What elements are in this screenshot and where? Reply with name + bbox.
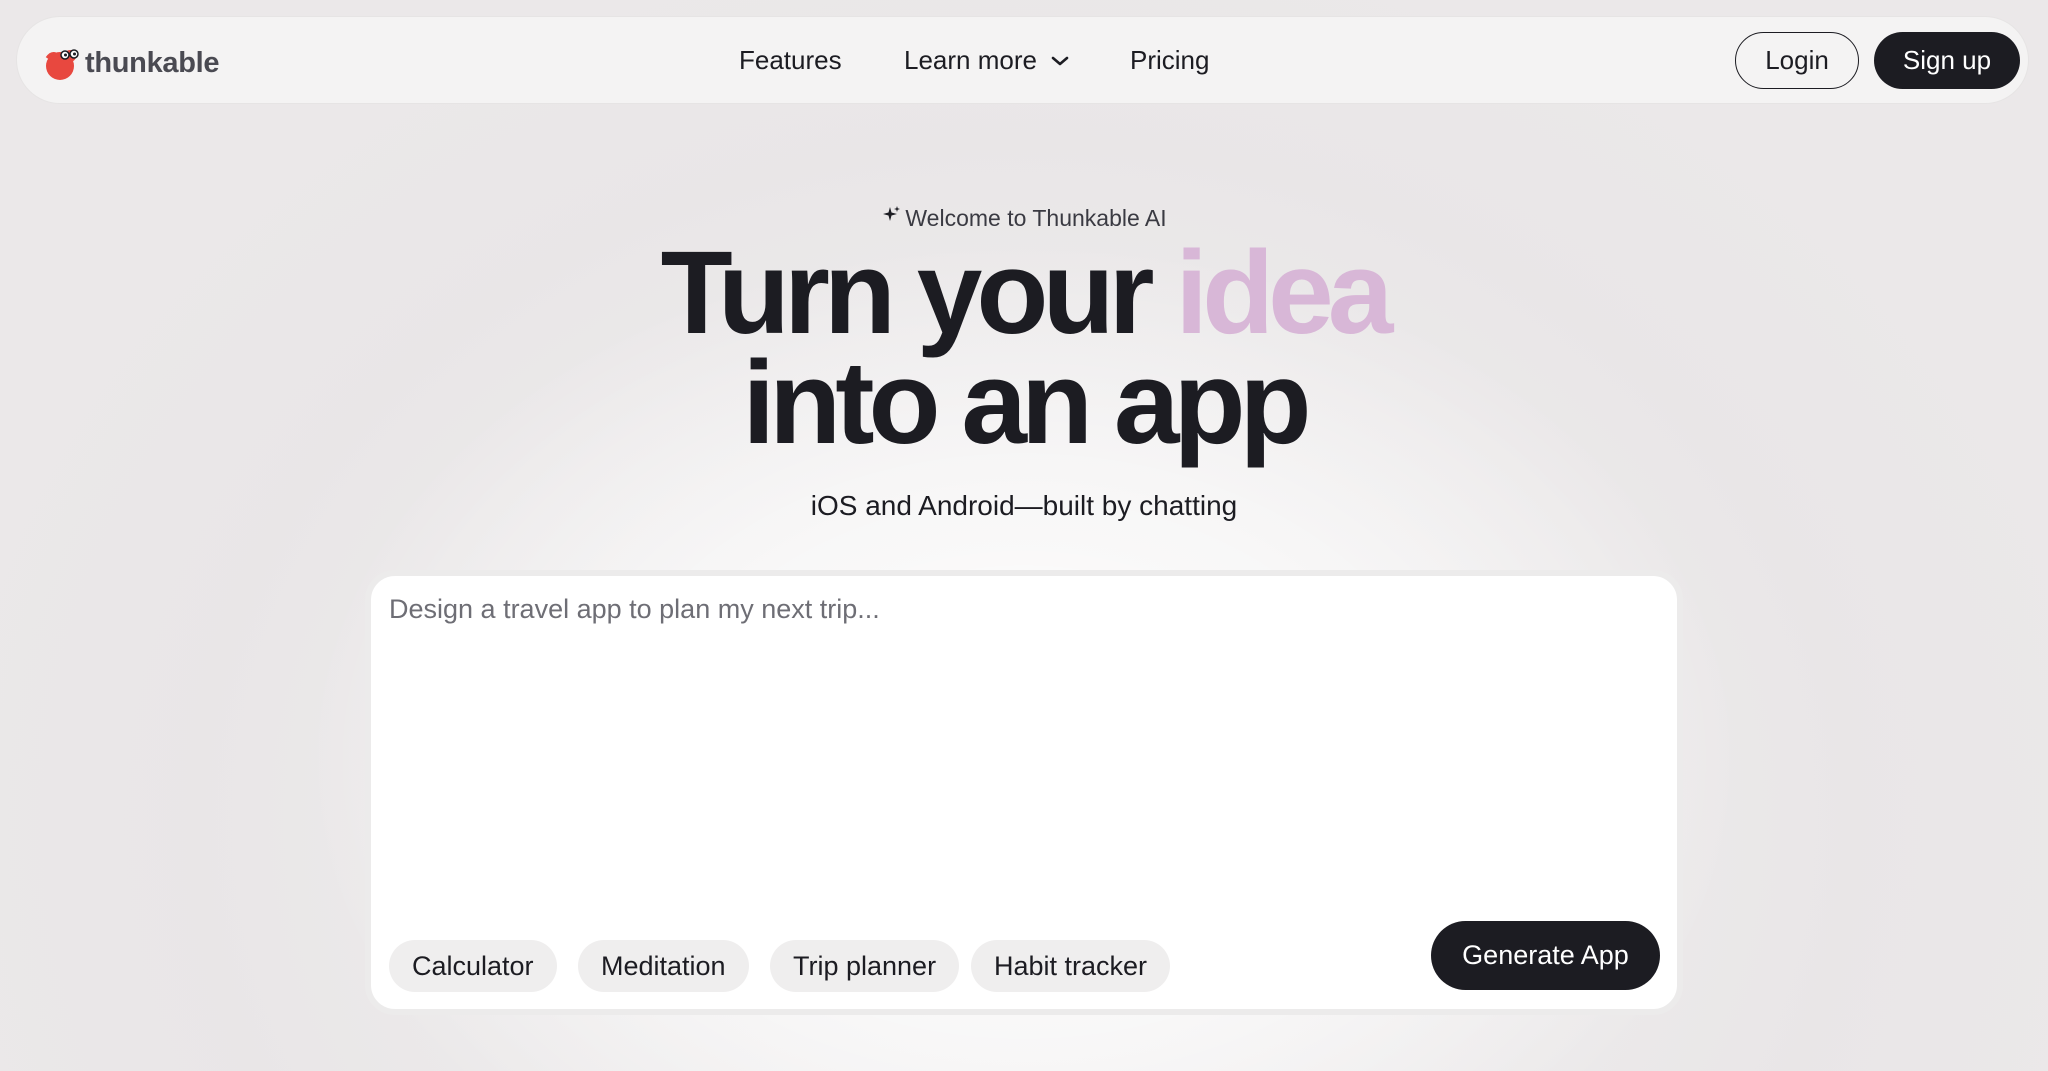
login-button[interactable]: Login [1735,32,1859,89]
nav-link-learn-more[interactable]: Learn more [904,45,1069,76]
headline-line2: into an app [742,337,1311,469]
prompt-input[interactable] [389,594,1659,834]
suggestion-chip-habit-tracker[interactable]: Habit tracker [971,940,1171,992]
nav-link-pricing-label: Pricing [1130,45,1210,75]
sparkle-icon [883,206,901,221]
nav-link-features-label: Features [739,45,842,75]
hero-subheading: iOS and Android—built by chatting [810,490,1238,521]
suggestion-chip-calculator[interactable]: Calculator [389,940,557,992]
signup-button[interactable]: Sign up [1874,32,2020,89]
suggestion-chip-trip-planner[interactable]: Trip planner [770,940,960,992]
suggestion-chip-meditation[interactable]: Meditation [578,940,749,992]
top-navbar: thunkable Features Learn more Pricing Lo… [16,16,2029,104]
nav-link-pricing[interactable]: Pricing [1130,45,1209,76]
brand-name: thunkable [85,46,220,79]
hero-headline: Turn your idea into an app [0,234,2048,462]
prompt-card: Calculator Meditation Trip planner Habit… [365,570,1683,1015]
chevron-down-icon [1051,56,1069,65]
thunkable-mascot-icon [45,49,79,80]
generate-app-button[interactable]: Generate App [1431,921,1660,990]
thunkable-logo[interactable]: thunkable [43,44,220,82]
nav-link-features[interactable]: Features [739,45,842,76]
nav-link-learn-more-label: Learn more [904,45,1037,75]
primary-nav: Features Learn more Pricing [17,17,2028,105]
